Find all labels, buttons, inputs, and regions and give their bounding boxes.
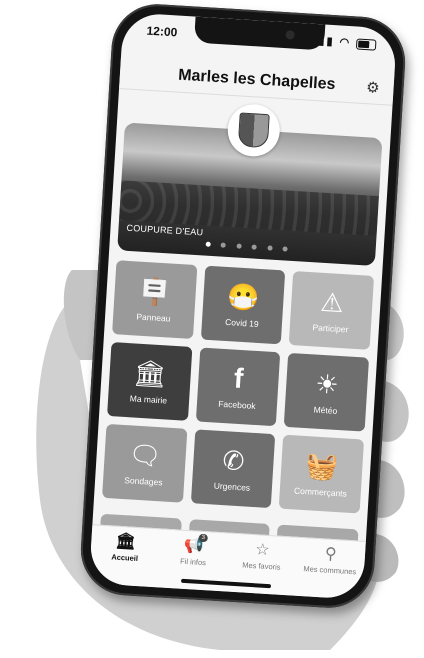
- facebook-icon: f: [232, 362, 245, 395]
- tile-participer[interactable]: ⚠ Participer: [289, 271, 375, 350]
- phone-frame: 12:00 ▮▮▮ ◠ Marles les Chapelles ⚙ COUPU…: [78, 1, 408, 611]
- tile-label: Ma mairie: [129, 393, 168, 406]
- app-header: Marles les Chapelles ⚙: [119, 56, 395, 106]
- tile-label: Commerçants: [293, 485, 348, 499]
- poll-icon: 🗨: [127, 439, 163, 472]
- tab-label: Mes communes: [303, 564, 357, 577]
- gear-icon[interactable]: ⚙: [366, 78, 381, 97]
- mask-icon: 😷: [226, 281, 261, 313]
- tile-grid: 🪧 Panneau 😷 Covid 19 ⚠ Participer 🏛 Ma m…: [102, 260, 375, 514]
- warning-icon: ⚠: [319, 286, 345, 319]
- carousel-dot[interactable]: [220, 242, 227, 248]
- tile-label: Météo: [313, 404, 338, 416]
- tile-facebook[interactable]: f Facebook: [195, 347, 281, 427]
- carousel-dot[interactable]: [282, 246, 288, 252]
- carousel-dot[interactable]: [236, 243, 242, 249]
- tile-label: Panneau: [136, 311, 171, 324]
- wifi-icon: ◠: [339, 36, 352, 50]
- tile-covid[interactable]: 😷 Covid 19: [200, 265, 286, 345]
- crest-shield-icon: [237, 112, 270, 149]
- status-time: 12:00: [146, 23, 178, 40]
- town-hall-icon: 🏛: [132, 357, 168, 390]
- tile-label: Urgences: [213, 480, 251, 493]
- sun-icon: ☀: [314, 368, 340, 400]
- tile-label: Covid 19: [224, 316, 260, 329]
- camera-icon: [285, 30, 295, 40]
- tile-label: Sondages: [124, 475, 163, 488]
- carousel-dot[interactable]: [205, 241, 211, 247]
- basket-icon: 🧺: [304, 450, 340, 483]
- tab-label: Accueil: [111, 552, 139, 564]
- phone-screen: 12:00 ▮▮▮ ◠ Marles les Chapelles ⚙ COUPU…: [88, 12, 398, 600]
- page-title: Marles les Chapelles: [177, 66, 336, 94]
- star-icon: ☆: [254, 541, 271, 560]
- tab-label: Fil infos: [179, 556, 207, 568]
- tile-urgences[interactable]: ✆ Urgences: [190, 429, 276, 509]
- tab-mes-communes[interactable]: ⚲ Mes communes: [294, 538, 366, 600]
- tab-label: Mes favoris: [241, 560, 281, 572]
- tile-panneau[interactable]: 🪧 Panneau: [112, 260, 198, 339]
- tile-label: Participer: [312, 322, 349, 335]
- megaphone-icon: 📢: [183, 536, 205, 556]
- tile-sondages[interactable]: 🗨 Sondages: [102, 423, 188, 503]
- carousel-dot[interactable]: [267, 245, 273, 251]
- tab-accueil[interactable]: 🏛 Accueil: [89, 525, 161, 587]
- search-icon: ⚲: [324, 545, 338, 564]
- tile-label: Facebook: [217, 398, 256, 411]
- tile-commercants[interactable]: 🧺 Commerçants: [279, 434, 365, 514]
- battery-icon: [355, 38, 377, 51]
- signpost-icon: 🪧: [137, 275, 173, 308]
- tile-meteo[interactable]: ☀ Météo: [284, 352, 370, 432]
- tile-ma-mairie[interactable]: 🏛 Ma mairie: [107, 342, 193, 421]
- town-hall-icon: 🏛: [114, 532, 137, 551]
- carousel-dot[interactable]: [251, 244, 257, 250]
- phone-icon: ✆: [221, 445, 246, 477]
